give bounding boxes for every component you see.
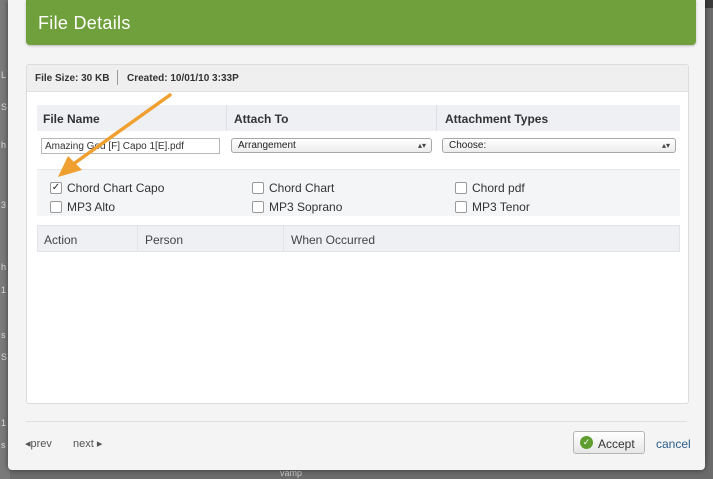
bg-letter: 1 (1, 418, 7, 428)
column-person: Person (145, 233, 184, 247)
checkbox-label: Chord Chart Capo (67, 181, 165, 195)
cancel-link[interactable]: cancel (656, 437, 691, 451)
attachment-type-checkboxes: ✓ Chord Chart Capo Chord Chart Chord pdf… (37, 169, 680, 216)
bg-letter: s (1, 330, 6, 340)
footer-divider (26, 421, 687, 422)
checkbox-mp3-alto[interactable]: MP3 Alto (50, 200, 115, 214)
dialog-title: File Details (38, 13, 131, 33)
checkbox-label: MP3 Alto (67, 200, 116, 214)
dialog-content: File Size: 30 KB Created: 10/01/10 3:33P… (26, 64, 689, 404)
column-divider (137, 226, 138, 251)
attach-to-value: Arrangement (238, 140, 296, 151)
checkbox[interactable] (455, 182, 467, 194)
attach-to-select[interactable]: Arrangement ▴▾ (231, 138, 432, 153)
created-date: Created: 10/01/10 3:33P (127, 73, 239, 84)
accept-button[interactable]: ✓ Accept (573, 431, 645, 454)
attach-grid-row: Amazing God [F] Capo 1[E].pdf Arrangemen… (37, 131, 680, 169)
activity-table-header: Action Person When Occurred (37, 225, 680, 252)
checkbox-chord-pdf[interactable]: Chord pdf (455, 181, 525, 195)
column-action: Action (44, 233, 78, 247)
checkbox[interactable] (252, 182, 264, 194)
column-when-occurred: When Occurred (291, 233, 376, 247)
column-divider (436, 105, 437, 131)
bg-letter: h (1, 262, 7, 272)
bg-letter: L (1, 70, 7, 80)
checkbox-label: Chord Chart (269, 181, 335, 195)
prev-link[interactable]: ◂prev (25, 437, 52, 450)
column-divider (283, 226, 284, 251)
checkbox-chord-chart-capo[interactable]: ✓ Chord Chart Capo (50, 181, 164, 195)
checkbox-label: Chord pdf (472, 181, 525, 195)
info-divider (117, 70, 118, 85)
checkbox[interactable] (252, 201, 264, 213)
attachment-type-select[interactable]: Choose: ▴▾ (442, 138, 676, 153)
bg-letter: S (1, 352, 8, 362)
column-divider (226, 105, 227, 131)
file-size: File Size: 30 KB (35, 73, 110, 84)
bg-letter: 3 (1, 200, 7, 210)
check-circle-icon: ✓ (580, 436, 593, 449)
attach-grid-header: File Name Attach To Attachment Types (37, 105, 680, 132)
file-name-input[interactable]: Amazing God [F] Capo 1[E].pdf (41, 138, 220, 154)
checkbox[interactable] (50, 201, 62, 213)
checkbox-label: MP3 Tenor (472, 200, 530, 214)
bg-letter: h (1, 140, 7, 150)
column-attachment-types: Attachment Types (445, 112, 549, 126)
bg-letter: s (1, 440, 6, 450)
checkbox-chord-chart[interactable]: Chord Chart (252, 181, 334, 195)
checkbox-checked[interactable]: ✓ (50, 182, 62, 194)
file-info-bar: File Size: 30 KB Created: 10/01/10 3:33P (27, 65, 688, 92)
select-arrows-icon: ▴▾ (661, 141, 670, 150)
select-arrows-icon: ▴▾ (417, 141, 426, 150)
accept-label: Accept (598, 437, 635, 451)
column-file-name: File Name (43, 112, 100, 126)
checkbox-mp3-tenor[interactable]: MP3 Tenor (455, 200, 530, 214)
file-details-dialog: File Details File Size: 30 KB Created: 1… (8, 0, 705, 470)
attachment-type-value: Choose: (449, 140, 487, 151)
column-attach-to: Attach To (234, 112, 289, 126)
checkbox-mp3-soprano[interactable]: MP3 Soprano (252, 200, 342, 214)
checkbox[interactable] (455, 201, 467, 213)
dialog-header: File Details (26, 0, 696, 45)
bg-letter: 1 (1, 285, 7, 295)
next-link[interactable]: next ▸ (73, 437, 102, 450)
bg-letter: S (1, 102, 8, 112)
checkbox-label: MP3 Soprano (269, 200, 343, 214)
